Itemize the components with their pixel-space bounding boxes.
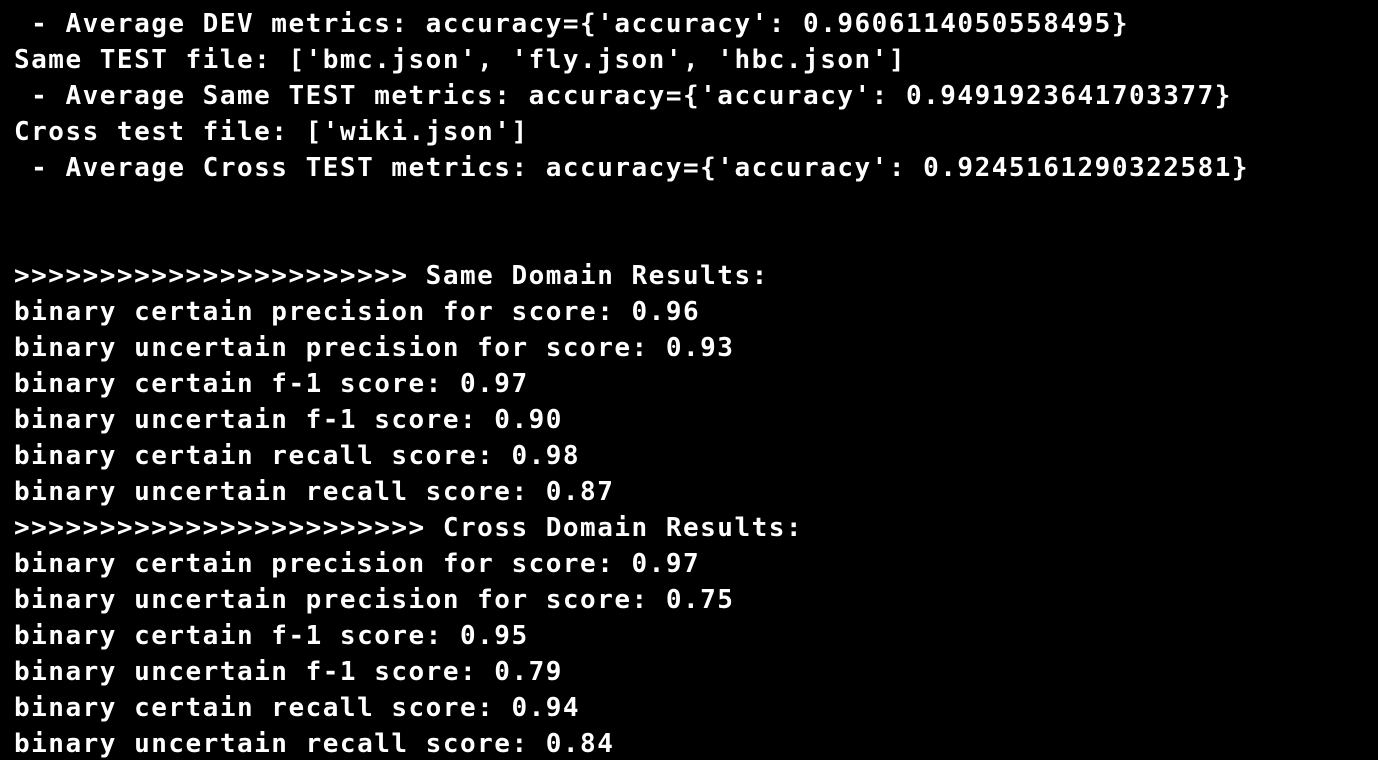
output-line-cross-domain-header: >>>>>>>>>>>>>>>>>>>>>>>> Cross Domain Re… (14, 513, 804, 543)
output-line-result: binary uncertain f-1 score: 0.79 (14, 657, 563, 687)
output-line-same-test-files: Same TEST file: ['bmc.json', 'fly.json',… (14, 45, 906, 75)
output-line-result: binary certain precision for score: 0.97 (14, 549, 701, 579)
output-line-same-domain-header: >>>>>>>>>>>>>>>>>>>>>>> Same Domain Resu… (14, 261, 769, 291)
output-line-result: binary certain f-1 score: 0.97 (14, 369, 529, 399)
output-line-cross-test-file: Cross test file: ['wiki.json'] (14, 117, 529, 147)
output-line-result: binary uncertain precision for score: 0.… (14, 585, 735, 615)
output-line-result: binary uncertain recall score: 0.84 (14, 729, 615, 759)
output-line-result: binary certain recall score: 0.94 (14, 693, 581, 723)
terminal-output[interactable]: - Average DEV metrics: accuracy={'accura… (0, 0, 1378, 760)
output-line-result: binary certain precision for score: 0.96 (14, 297, 701, 327)
output-line-blank (14, 186, 1378, 222)
output-line-blank (14, 222, 1378, 258)
output-line-result: binary uncertain recall score: 0.87 (14, 477, 615, 507)
output-line-same-test-metrics: - Average Same TEST metrics: accuracy={'… (14, 81, 1232, 111)
output-line-result: binary uncertain f-1 score: 0.90 (14, 405, 563, 435)
output-line-result: binary uncertain precision for score: 0.… (14, 333, 735, 363)
output-line-result: binary certain recall score: 0.98 (14, 441, 581, 471)
output-line-cross-test-metrics: - Average Cross TEST metrics: accuracy={… (14, 153, 1250, 183)
output-line-dev-metrics: - Average DEV metrics: accuracy={'accura… (14, 9, 1129, 39)
output-line-result: binary certain f-1 score: 0.95 (14, 621, 529, 651)
